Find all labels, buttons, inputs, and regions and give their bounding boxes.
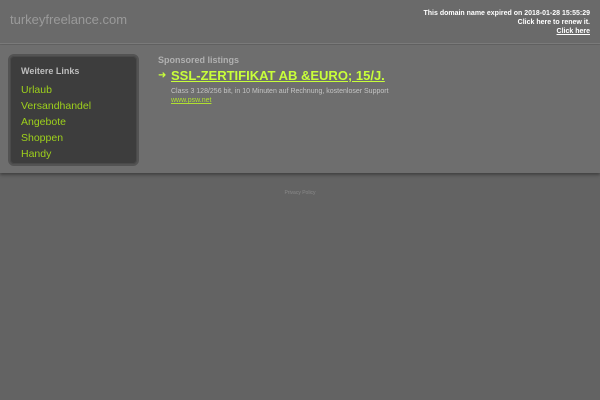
related-links-heading: Weitere Links bbox=[21, 66, 80, 76]
sponsored-heading: Sponsored listings bbox=[158, 55, 240, 65]
top-bar: turkeyfreelance.com This domain name exp… bbox=[0, 0, 600, 44]
related-links-box: Weitere Links Urlaub Versandhandel Angeb… bbox=[8, 54, 139, 166]
sponsored-listing-title[interactable]: SSL-ZERTIFIKAT AB &EURO; 15/J. bbox=[171, 68, 385, 83]
related-link-shoppen[interactable]: Shoppen bbox=[21, 132, 63, 144]
list-item: Angebote bbox=[21, 112, 91, 128]
sponsored-listing-url[interactable]: www.psw.net bbox=[171, 97, 211, 104]
related-link-versandhandel[interactable]: Versandhandel bbox=[21, 100, 91, 112]
footer: Privacy Policy bbox=[0, 190, 600, 196]
related-links-list: Urlaub Versandhandel Angebote Shoppen Ha… bbox=[21, 80, 91, 160]
renew-link[interactable]: Click here to renew it. bbox=[518, 19, 590, 26]
related-link-angebote[interactable]: Angebote bbox=[21, 116, 66, 128]
list-item: Shoppen bbox=[21, 128, 91, 144]
domain-title: turkeyfreelance.com bbox=[10, 12, 128, 27]
arrow-right-icon: ➜ bbox=[158, 70, 167, 81]
related-link-urlaub[interactable]: Urlaub bbox=[21, 84, 52, 96]
list-item: Handy bbox=[21, 144, 91, 160]
privacy-policy-link[interactable]: Privacy Policy bbox=[284, 190, 315, 196]
list-item: Urlaub bbox=[21, 80, 91, 96]
expired-message: This domain name expired on 2018-01-28 1… bbox=[423, 10, 590, 17]
sponsored-listing-description: Class 3 128/256 bit, in 10 Minuten auf R… bbox=[171, 88, 389, 95]
expired-notice: This domain name expired on 2018-01-28 1… bbox=[423, 9, 590, 36]
content-band: Weitere Links Urlaub Versandhandel Angeb… bbox=[0, 45, 600, 173]
click-here-link[interactable]: Click here bbox=[557, 28, 590, 35]
related-link-handy[interactable]: Handy bbox=[21, 148, 51, 160]
list-item: Versandhandel bbox=[21, 96, 91, 112]
